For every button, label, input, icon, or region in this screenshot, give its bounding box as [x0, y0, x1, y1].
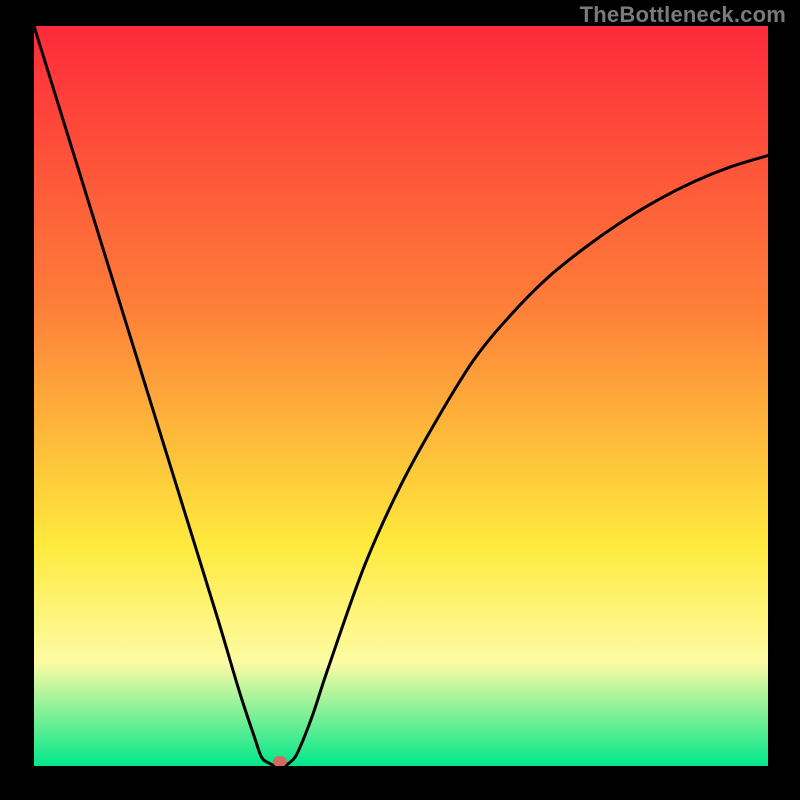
- plot-svg: [34, 26, 768, 766]
- chart-frame: TheBottleneck.com: [0, 0, 800, 800]
- bottleneck-plot: [34, 26, 768, 766]
- gradient-background: [34, 26, 768, 766]
- watermark-text: TheBottleneck.com: [580, 2, 786, 28]
